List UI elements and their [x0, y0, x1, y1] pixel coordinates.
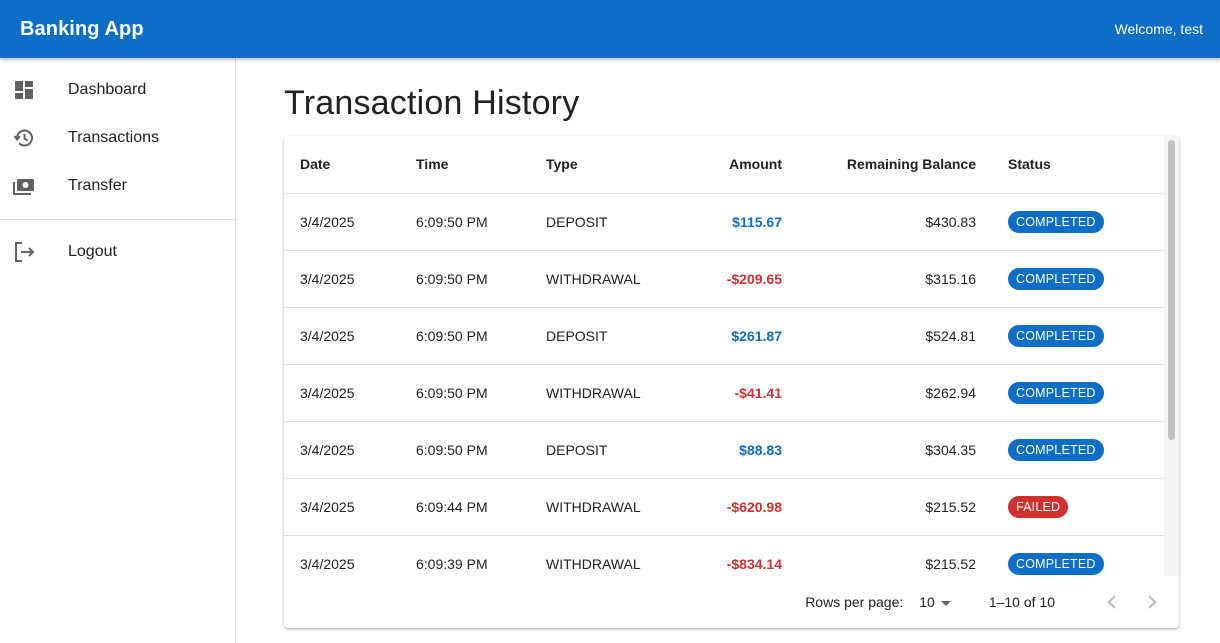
cell-date: 3/4/2025 [284, 364, 400, 422]
cell-balance: $262.94 [798, 364, 992, 422]
column-header-status: Status [992, 136, 1164, 194]
cell-status: FAILED [992, 478, 1164, 536]
table-row: 3/4/2025 6:09:50 PM DEPOSIT $88.83 $304.… [284, 421, 1164, 479]
cell-time: 6:09:50 PM [400, 250, 530, 308]
cell-time: 6:09:50 PM [400, 307, 530, 365]
status-badge: COMPLETED [1008, 438, 1104, 461]
caret-down-icon [940, 594, 951, 610]
table-row: 3/4/2025 6:09:50 PM WITHDRAWAL -$41.41 $… [284, 364, 1164, 422]
sidebar: Dashboard Transactions Transfer Logout [0, 58, 236, 643]
sidebar-item-logout[interactable]: Logout [0, 228, 235, 276]
cell-amount: -$834.14 [675, 535, 798, 576]
cell-amount: -$620.98 [675, 478, 798, 536]
cell-time: 6:09:39 PM [400, 535, 530, 576]
cell-date: 3/4/2025 [284, 307, 400, 365]
column-header-type: Type [530, 136, 675, 194]
app-title: Banking App [20, 17, 144, 40]
cell-status: COMPLETED [992, 535, 1164, 576]
cell-date: 3/4/2025 [284, 250, 400, 308]
cell-status: COMPLETED [992, 193, 1164, 251]
cell-time: 6:09:50 PM [400, 364, 530, 422]
rows-per-page-value: 10 [919, 594, 935, 610]
cell-status: COMPLETED [992, 421, 1164, 479]
table-row: 3/4/2025 6:09:39 PM WITHDRAWAL -$834.14 … [284, 535, 1164, 576]
cell-type: WITHDRAWAL [530, 364, 675, 422]
cell-amount: -$41.41 [675, 364, 798, 422]
rows-per-page-label: Rows per page: [805, 594, 904, 610]
sidebar-item-transfer[interactable]: Transfer [0, 162, 235, 210]
transactions-table: Date Time Type Amount Remaining Balance … [284, 136, 1164, 576]
status-badge: COMPLETED [1008, 381, 1104, 404]
sidebar-divider [0, 219, 235, 220]
cell-amount: -$209.65 [675, 250, 798, 308]
app-bar: Banking App Welcome, test [0, 0, 1220, 58]
rows-per-page-select[interactable]: 10 [919, 594, 951, 610]
sidebar-item-label: Transfer [68, 177, 127, 194]
table-scrollbar[interactable] [1164, 136, 1179, 576]
money-icon [13, 175, 35, 197]
table-row: 3/4/2025 6:09:50 PM DEPOSIT $261.87 $524… [284, 307, 1164, 365]
pagination-range: 1–10 of 10 [988, 594, 1055, 610]
chevron-left-icon [1107, 595, 1116, 609]
history-icon [13, 127, 35, 149]
status-badge: COMPLETED [1008, 552, 1104, 575]
cell-amount: $88.83 [675, 421, 798, 479]
cell-type: WITHDRAWAL [530, 250, 675, 308]
cell-amount: $261.87 [675, 307, 798, 365]
cell-date: 3/4/2025 [284, 193, 400, 251]
sidebar-item-label: Transactions [68, 129, 159, 146]
cell-type: DEPOSIT [530, 193, 675, 251]
welcome-text: Welcome, test [1114, 21, 1203, 37]
sidebar-item-label: Dashboard [68, 81, 147, 98]
table-pagination: Rows per page: 10 1–10 of 10 [284, 576, 1179, 628]
cell-time: 6:09:50 PM [400, 193, 530, 251]
status-badge: COMPLETED [1008, 267, 1104, 290]
main-content: Transaction History Date Time Type Amoun… [236, 58, 1220, 643]
column-header-amount: Amount [675, 136, 798, 194]
table-row: 3/4/2025 6:09:50 PM WITHDRAWAL -$209.65 … [284, 250, 1164, 308]
table-row: 3/4/2025 6:09:44 PM WITHDRAWAL -$620.98 … [284, 478, 1164, 536]
cell-status: COMPLETED [992, 250, 1164, 308]
cell-type: WITHDRAWAL [530, 535, 675, 576]
sidebar-item-transactions[interactable]: Transactions [0, 114, 235, 162]
cell-date: 3/4/2025 [284, 535, 400, 576]
table-container: Date Time Type Amount Remaining Balance … [284, 136, 1164, 576]
column-header-balance: Remaining Balance [798, 136, 992, 194]
cell-balance: $215.52 [798, 478, 992, 536]
scrollbar-thumb[interactable] [1168, 140, 1175, 440]
previous-page-button[interactable] [1099, 589, 1125, 615]
sidebar-item-dashboard[interactable]: Dashboard [0, 66, 235, 114]
logout-icon [13, 241, 35, 263]
cell-status: COMPLETED [992, 364, 1164, 422]
cell-balance: $524.81 [798, 307, 992, 365]
cell-type: DEPOSIT [530, 421, 675, 479]
transactions-card: Date Time Type Amount Remaining Balance … [284, 136, 1179, 628]
status-badge: COMPLETED [1008, 324, 1104, 347]
cell-date: 3/4/2025 [284, 478, 400, 536]
cell-balance: $304.35 [798, 421, 992, 479]
chevron-right-icon [1148, 595, 1157, 609]
sidebar-item-label: Logout [68, 243, 117, 260]
column-header-date: Date [284, 136, 400, 194]
table-row: 3/4/2025 6:09:50 PM DEPOSIT $115.67 $430… [284, 193, 1164, 251]
column-header-time: Time [400, 136, 530, 194]
cell-status: COMPLETED [992, 307, 1164, 365]
page-title: Transaction History [284, 84, 580, 122]
cell-balance: $430.83 [798, 193, 992, 251]
next-page-button[interactable] [1139, 589, 1165, 615]
cell-balance: $215.52 [798, 535, 992, 576]
cell-time: 6:09:50 PM [400, 421, 530, 479]
dashboard-icon [13, 79, 35, 101]
cell-type: DEPOSIT [530, 307, 675, 365]
cell-amount: $115.67 [675, 193, 798, 251]
cell-time: 6:09:44 PM [400, 478, 530, 536]
sidebar-nav: Dashboard Transactions Transfer [0, 58, 235, 210]
status-badge: FAILED [1008, 495, 1069, 518]
cell-type: WITHDRAWAL [530, 478, 675, 536]
status-badge: COMPLETED [1008, 210, 1104, 233]
cell-balance: $315.16 [798, 250, 992, 308]
cell-date: 3/4/2025 [284, 421, 400, 479]
table-header-row: Date Time Type Amount Remaining Balance … [284, 136, 1164, 194]
